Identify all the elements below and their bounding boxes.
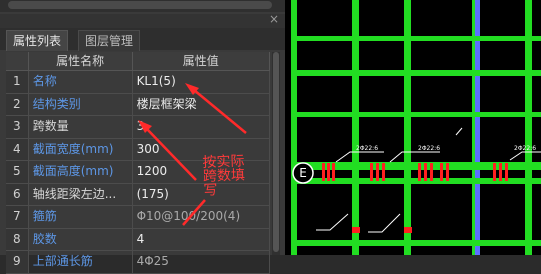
- rebar-label: 2Φ22:6: [356, 145, 378, 152]
- rebar-marks: [322, 163, 508, 233]
- annotation-line: 写: [203, 182, 218, 199]
- beam-line: [291, 70, 541, 76]
- beam-line: [291, 240, 541, 246]
- beam-line: [291, 36, 541, 41]
- cad-drawing: E 2Φ22:6 2Φ22:6 2Φ22:6: [138, 0, 541, 255]
- annotation-note: 按实际 跨数填 写: [202, 153, 251, 199]
- axis-label: E: [299, 166, 307, 180]
- annotation-line: 跨数填: [202, 167, 246, 185]
- rebar-label: 2Φ22:6: [418, 145, 440, 152]
- rebar-label: 2Φ22:6: [514, 145, 536, 152]
- beam-line: [291, 112, 541, 117]
